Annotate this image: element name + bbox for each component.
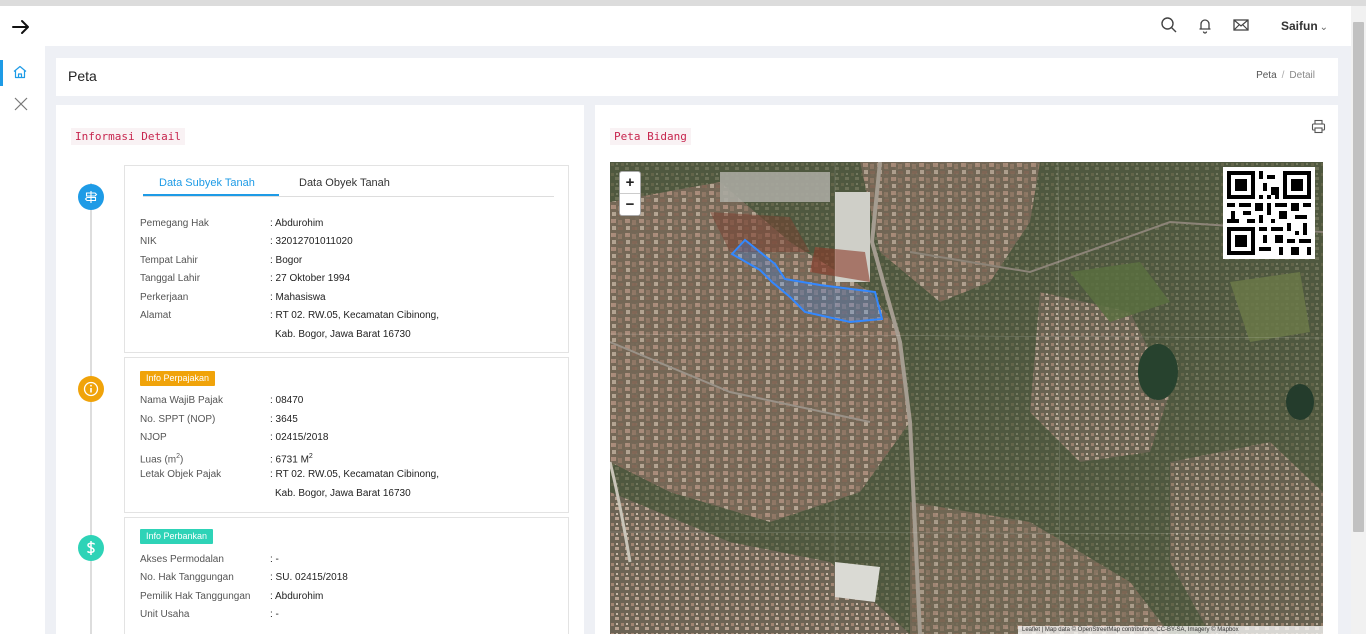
map-section-heading: Peta Bidang — [610, 128, 691, 145]
zoom-in-button[interactable]: + — [620, 172, 640, 194]
timeline-line — [90, 183, 92, 634]
scrollbar-thumb[interactable] — [1353, 22, 1364, 532]
satellite-map[interactable]: + − Leaflet | Map data © OpenStreetMap c… — [610, 162, 1323, 634]
breadcrumb-item-detail: Detail — [1289, 70, 1315, 81]
subyek-card: Data Subyek Tanah Data Obyek Tanah Pemeg… — [124, 165, 569, 353]
page-title: Peta — [68, 68, 97, 84]
row-value: : - — [270, 554, 279, 565]
info-section-heading: Informasi Detail — [71, 128, 185, 145]
row-label: Pemilik Hak Tanggungan — [140, 591, 251, 602]
tab-data-obyek-tanah[interactable]: Data Obyek Tanah — [299, 177, 390, 189]
row-label: Perkerjaan — [140, 292, 189, 303]
row-value: : Mahasiswa — [270, 292, 326, 303]
sidebar-active-indicator — [0, 60, 3, 86]
search-icon[interactable] — [1159, 15, 1179, 35]
perpajakan-card: Info Perpajakan Nama WajiB Pajak: 08470 … — [124, 357, 569, 513]
row-value: : 08470 — [270, 395, 304, 406]
info-perbankan-badge: Info Perbankan — [140, 529, 214, 544]
row-value: : 3645 — [270, 414, 298, 425]
detail-tabs: Data Subyek Tanah Data Obyek Tanah — [143, 174, 554, 197]
page-header: Peta Peta / Detail — [56, 58, 1338, 96]
row-label: Letak Objek Pajak — [140, 469, 222, 480]
row-label: Alamat — [140, 310, 172, 321]
zoom-out-button[interactable]: − — [620, 194, 640, 216]
top-navbar: Saifun ⌄ — [0, 6, 1351, 46]
dollar-icon — [78, 535, 104, 561]
user-name: Saifun — [1281, 19, 1318, 33]
info-icon — [78, 376, 104, 402]
breadcrumb-item-peta[interactable]: Peta — [1256, 70, 1277, 81]
tab-data-subyek-tanah[interactable]: Data Subyek Tanah — [159, 177, 255, 189]
info-perpajakan-badge: Info Perpajakan — [140, 371, 216, 386]
row-label: Tempat Lahir — [140, 255, 198, 266]
row-label: Pemegang Hak — [140, 218, 209, 229]
user-menu[interactable]: Saifun ⌄ — [1281, 19, 1328, 33]
map-attribution: Leaflet | Map data © OpenStreetMap contr… — [1018, 626, 1323, 634]
row-value: : 32012701011020 — [270, 236, 353, 247]
row-label: NIK — [140, 236, 157, 247]
active-tab-indicator — [143, 194, 279, 196]
bell-icon[interactable] — [1195, 15, 1215, 35]
row-value: : RT 02. RW.05, Kecamatan Cibinong, — [270, 310, 439, 321]
home-icon[interactable] — [12, 64, 28, 80]
row-value: : - — [270, 609, 279, 620]
qr-code — [1223, 167, 1315, 259]
close-icon[interactable] — [14, 97, 28, 111]
print-icon[interactable] — [1311, 119, 1326, 134]
row-label: No. SPPT (NOP) — [140, 414, 216, 425]
arrow-right-icon[interactable] — [10, 16, 32, 38]
row-label: Akses Permodalan — [140, 554, 224, 565]
row-value: : Bogor — [270, 255, 303, 266]
row-label: No. Hak Tanggungan — [140, 572, 234, 583]
row-value: : Abdurohim — [270, 591, 324, 602]
row-value: : 27 Oktober 1994 — [270, 273, 351, 284]
mail-icon[interactable] — [1231, 15, 1251, 35]
breadcrumb: Peta / Detail — [1256, 70, 1315, 81]
page-scrollbar[interactable] — [1351, 6, 1366, 634]
map-imagery — [610, 162, 1323, 634]
row-value: : 6731 M2 — [270, 453, 313, 466]
row-value: : 02415/2018 — [270, 432, 329, 443]
row-label: NJOP — [140, 432, 167, 443]
perbankan-card: Info Perbankan Akses Permodalan : - No. H… — [124, 517, 569, 634]
sidebar — [0, 46, 45, 634]
chevron-down-icon: ⌄ — [1319, 22, 1329, 33]
row-value: : SU. 02415/2018 — [270, 572, 348, 583]
row-value: Kab. Bogor, Jawa Barat 16730 — [275, 329, 411, 340]
row-value: Kab. Bogor, Jawa Barat 16730 — [275, 488, 411, 499]
row-value: : RT 02. RW.05, Kecamatan Cibinong, — [270, 469, 439, 480]
row-label: Unit Usaha — [140, 609, 190, 620]
row-value: : Abdurohim — [270, 218, 324, 229]
row-label: Luas (m2) — [140, 453, 184, 466]
map-panel: Peta Bidang + − Leaflet | Map data © Ope… — [595, 105, 1338, 634]
info-panel: Informasi Detail Data Subyek Tanah Data … — [56, 105, 584, 634]
zoom-control: + − — [619, 171, 641, 216]
row-label: Nama WajiB Pajak — [140, 395, 223, 406]
signpost-icon — [78, 184, 104, 210]
row-label: Tanggal Lahir — [140, 273, 201, 284]
